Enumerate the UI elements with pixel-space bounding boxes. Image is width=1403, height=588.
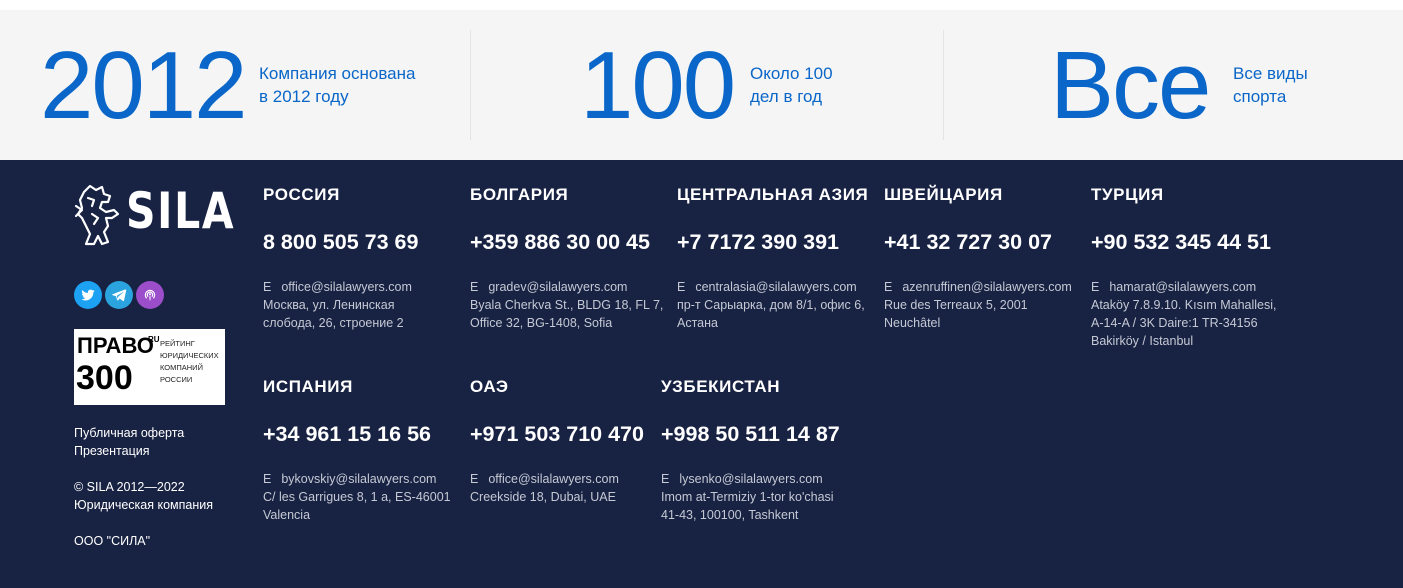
email-prefix: E bbox=[263, 280, 272, 294]
office-email-row: Ebykovskiy@silalawyers.com bbox=[263, 470, 468, 488]
office-country: ОАЭ bbox=[470, 377, 509, 396]
email-prefix: E bbox=[677, 280, 686, 294]
office-phone[interactable]: +90 532 345 44 51 bbox=[1091, 228, 1296, 256]
email-prefix: E bbox=[263, 472, 272, 486]
stats-bar: 2012 Компания основана в 2012 году 100 О… bbox=[0, 10, 1403, 160]
email-prefix: E bbox=[470, 472, 479, 486]
office-phone[interactable]: +41 32 727 30 07 bbox=[884, 228, 1089, 256]
office-email-row: Ecentralasia@silalawyers.com bbox=[677, 278, 882, 296]
footer: SILA ПРАВО RU 300 Рейтинг юридических ко… bbox=[0, 160, 1403, 588]
lion-logo-icon bbox=[74, 184, 120, 246]
office-bulgaria: БОЛГАРИЯ +359 886 30 00 45 Egradev@silal… bbox=[470, 184, 675, 332]
office-phone[interactable]: +971 503 710 470 bbox=[470, 420, 675, 448]
office-email[interactable]: hamarat@silalawyers.com bbox=[1109, 280, 1256, 294]
stat-number: Все bbox=[1050, 32, 1211, 139]
logo-wordmark: SILA bbox=[126, 182, 236, 240]
stat-text-line: дел в год bbox=[750, 87, 823, 106]
office-address: Byala Cherkva St., BLDG 18, FL 7, Office… bbox=[470, 298, 664, 330]
office-email[interactable]: office@silalawyers.com bbox=[488, 472, 619, 486]
rating-caption: Рейтинг юридических компаний России bbox=[160, 339, 219, 384]
office-email-row: Ehamarat@silalawyers.com bbox=[1091, 278, 1296, 296]
rating-number: 300 bbox=[76, 359, 133, 397]
footer-links: Публичная оферта Презентация bbox=[74, 424, 184, 460]
office-email[interactable]: azenruffinen@silalawyers.com bbox=[902, 280, 1071, 294]
legal-name: ООО "СИЛА" bbox=[74, 534, 151, 548]
office-address: Rue des Terreaux 5, 2001 Neuchâtel bbox=[884, 298, 1028, 330]
podcast-icon bbox=[144, 289, 156, 301]
office-phone[interactable]: +34 961 15 16 56 bbox=[263, 420, 468, 448]
office-uzbekistan: УЗБЕКИСТАН +998 50 511 14 87 Elysenko@si… bbox=[661, 376, 866, 524]
office-country: ИСПАНИЯ bbox=[263, 377, 353, 396]
email-prefix: E bbox=[884, 280, 893, 294]
stat-text: Все виды спорта bbox=[1233, 62, 1403, 108]
office-address: Ataköy 7.8.9.10. Kısım Mahallesi, A-14-A… bbox=[1091, 298, 1277, 348]
office-email-row: Eazenruffinen@silalawyers.com bbox=[884, 278, 1089, 296]
company-type: Юридическая компания bbox=[74, 498, 214, 512]
office-central-asia: ЦЕНТРАЛЬНАЯ АЗИЯ +7 7172 390 391 Ecentra… bbox=[677, 184, 882, 332]
office-email-row: Eoffice@silalawyers.com bbox=[470, 470, 675, 488]
presentation-link[interactable]: Презентация bbox=[74, 442, 184, 460]
office-country: ЦЕНТРАЛЬНАЯ АЗИЯ bbox=[677, 185, 869, 204]
sila-logo[interactable]: SILA bbox=[74, 184, 234, 250]
stat-text: Компания основана в 2012 году bbox=[259, 62, 459, 108]
office-turkey: ТУРЦИЯ +90 532 345 44 51 Ehamarat@silala… bbox=[1091, 184, 1296, 350]
office-address: Москва, ул. Ленинская слобода, 26, строе… bbox=[263, 298, 404, 330]
office-phone[interactable]: +359 886 30 00 45 bbox=[470, 228, 675, 256]
email-prefix: E bbox=[1091, 280, 1100, 294]
stat-text-line: в 2012 году bbox=[259, 87, 349, 106]
office-email[interactable]: lysenko@silalawyers.com bbox=[679, 472, 822, 486]
office-switzerland: ШВЕЙЦАРИЯ +41 32 727 30 07 Eazenruffinen… bbox=[884, 184, 1089, 332]
office-country: РОССИЯ bbox=[263, 185, 340, 204]
rating-ru: RU bbox=[148, 335, 160, 344]
twitter-link[interactable] bbox=[74, 281, 102, 309]
stat-text-line: Компания основана bbox=[259, 64, 416, 83]
stat-number: 100 bbox=[580, 32, 736, 139]
copyright: © SILA 2012—2022 bbox=[74, 480, 185, 494]
podcast-link[interactable] bbox=[136, 281, 164, 309]
office-uae: ОАЭ +971 503 710 470 Eoffice@silalawyers… bbox=[470, 376, 675, 506]
office-email[interactable]: gradev@silalawyers.com bbox=[488, 280, 627, 294]
office-country: БОЛГАРИЯ bbox=[470, 185, 569, 204]
copyright-block: © SILA 2012—2022 Юридическая компания bbox=[74, 478, 213, 514]
office-russia: РОССИЯ 8 800 505 73 69 Eoffice@silalawye… bbox=[263, 184, 468, 332]
social-links bbox=[74, 281, 164, 309]
office-email-row: Eoffice@silalawyers.com bbox=[263, 278, 468, 296]
office-email[interactable]: centralasia@silalawyers.com bbox=[695, 280, 856, 294]
pravo300-badge[interactable]: ПРАВО RU 300 Рейтинг юридических компани… bbox=[74, 329, 225, 405]
stat-text: Около 100 дел в год bbox=[750, 62, 950, 108]
office-address: пр-т Сарыарка, дом 8/1, офис 6, Астана bbox=[677, 298, 865, 330]
twitter-icon bbox=[81, 289, 95, 301]
stat-text-line: Все виды bbox=[1233, 64, 1308, 83]
office-phone[interactable]: +998 50 511 14 87 bbox=[661, 420, 866, 448]
office-country: УЗБЕКИСТАН bbox=[661, 377, 781, 396]
office-email-row: Elysenko@silalawyers.com bbox=[661, 470, 866, 488]
top-strip bbox=[0, 0, 1403, 10]
telegram-link[interactable] bbox=[105, 281, 133, 309]
email-prefix: E bbox=[470, 280, 479, 294]
office-address: C/ les Garrigues 8, 1 a, ES-46001 Valenc… bbox=[263, 490, 451, 522]
office-address: Creekside 18, Dubai, UAE bbox=[470, 490, 616, 504]
office-phone[interactable]: +7 7172 390 391 bbox=[677, 228, 882, 256]
divider bbox=[470, 30, 471, 140]
public-offer-link[interactable]: Публичная оферта bbox=[74, 424, 184, 442]
office-country: ТУРЦИЯ bbox=[1091, 185, 1164, 204]
office-phone[interactable]: 8 800 505 73 69 bbox=[263, 228, 468, 256]
office-email[interactable]: bykovskiy@silalawyers.com bbox=[281, 472, 436, 486]
office-address: Imom at-Termiziy 1-tor ko'chasi 41-43, 1… bbox=[661, 490, 834, 522]
divider bbox=[943, 30, 944, 140]
office-country: ШВЕЙЦАРИЯ bbox=[884, 185, 1003, 204]
office-email[interactable]: office@silalawyers.com bbox=[281, 280, 412, 294]
stat-text-line: Около 100 bbox=[750, 64, 833, 83]
office-spain: ИСПАНИЯ +34 961 15 16 56 Ebykovskiy@sila… bbox=[263, 376, 468, 524]
email-prefix: E bbox=[661, 472, 670, 486]
rating-title: ПРАВО bbox=[77, 333, 154, 358]
stat-text-line: спорта bbox=[1233, 87, 1287, 106]
office-email-row: Egradev@silalawyers.com bbox=[470, 278, 675, 296]
telegram-icon bbox=[112, 289, 127, 302]
stat-number: 2012 bbox=[40, 32, 248, 139]
